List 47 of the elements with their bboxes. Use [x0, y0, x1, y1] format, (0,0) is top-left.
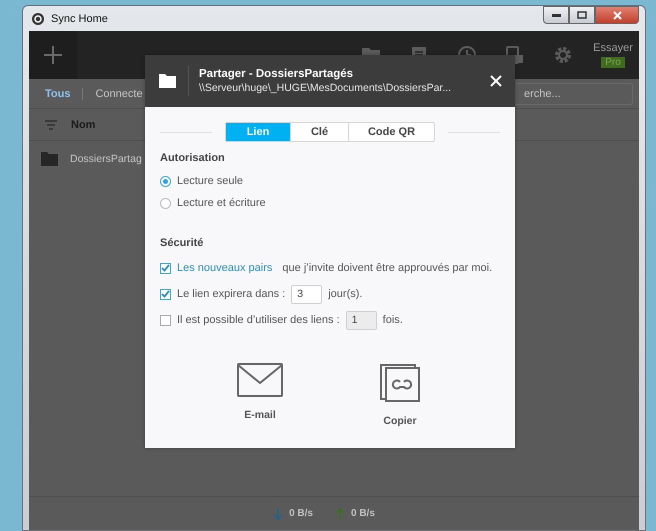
checkbox[interactable] — [160, 314, 171, 326]
copy-button[interactable]: Copier — [355, 363, 445, 427]
checkbox[interactable] — [160, 262, 171, 274]
try-label[interactable]: Essayer — [593, 42, 633, 54]
maximize-icon — [577, 11, 587, 19]
unit-label: fois. — [382, 314, 403, 326]
option-label: Le lien expirera dans : — [177, 288, 286, 300]
upload-arrow-icon — [335, 508, 345, 520]
folder-path: \\Serveur\huge\_HUGE\MesDocuments\DossiersPar... — [199, 82, 452, 94]
option-label: Lecture seule — [177, 175, 244, 187]
envelope-icon — [237, 363, 283, 397]
option-label: Lecture et écriture — [177, 197, 266, 209]
share-tab[interactable]: Clé — [290, 123, 348, 141]
folder-icon — [159, 74, 176, 88]
filter-tab[interactable]: Tous — [45, 88, 84, 100]
folder-name[interactable]: DossiersPartag — [70, 153, 142, 165]
maximize-button[interactable] — [569, 6, 595, 24]
email-button[interactable]: E-mail — [215, 363, 305, 427]
add-button[interactable] — [29, 31, 77, 79]
close-button[interactable] — [595, 6, 639, 24]
section-heading: Autorisation — [160, 152, 226, 164]
download-arrow-icon — [273, 508, 284, 520]
column-header[interactable]: Nom — [71, 118, 96, 130]
copy-link-icon — [379, 363, 421, 403]
window-title: Sync Home — [51, 12, 108, 24]
share-tab[interactable]: Code QR — [348, 123, 434, 141]
radio-button[interactable] — [160, 176, 171, 186]
download-rate: 0 B/s — [289, 508, 313, 519]
unit-label: jour(s). — [328, 288, 362, 300]
sync-logo-icon — [31, 12, 45, 26]
upload-rate: 0 B/s — [351, 508, 375, 519]
minimize-icon — [552, 14, 560, 16]
plus-icon — [44, 46, 62, 64]
peers-link[interactable]: Les nouveaux pairs — [177, 262, 272, 274]
option-label: Il est possible d’utiliser des liens : — [177, 314, 340, 326]
pro-badge[interactable]: Pro — [601, 57, 625, 68]
section-heading: Sécurité — [160, 237, 204, 249]
folder-icon — [41, 152, 58, 166]
share-tab[interactable]: Lien — [226, 123, 290, 141]
dialog-title: Partager - DossiersPartagés — [199, 68, 354, 80]
minimize-button[interactable] — [543, 6, 569, 24]
sort-icon[interactable] — [45, 120, 57, 130]
number-field[interactable]: 3 — [291, 284, 322, 304]
radio-button[interactable] — [160, 198, 171, 208]
close-icon — [612, 10, 622, 20]
option-label: que j’invite doivent être approuvés par moi. — [282, 262, 492, 274]
checkbox[interactable] — [160, 288, 171, 300]
